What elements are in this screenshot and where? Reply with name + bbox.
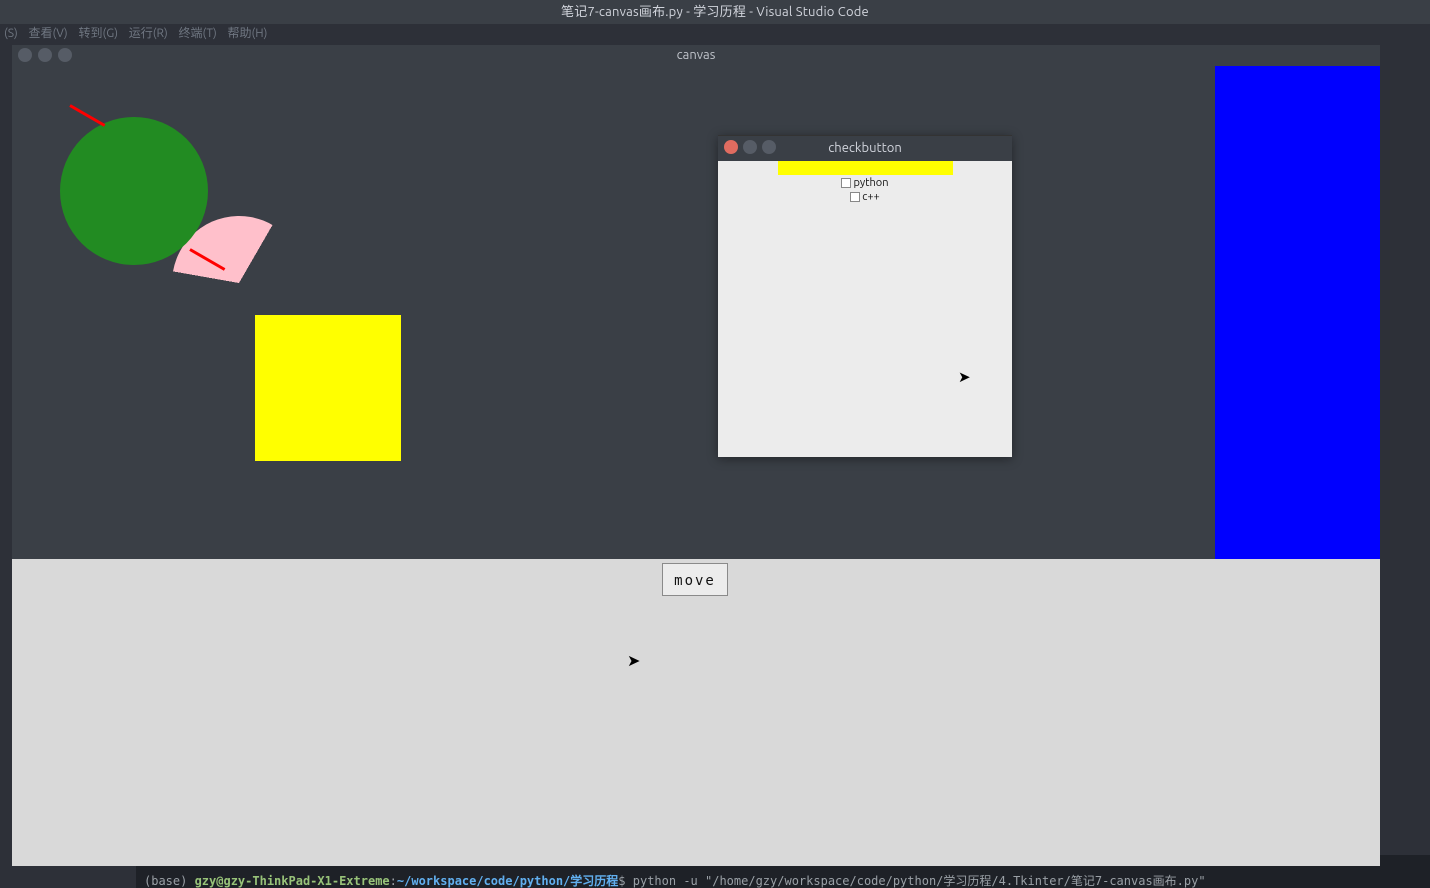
menu-item[interactable]: (S) xyxy=(4,27,18,40)
tk-canvas-title: canvas xyxy=(677,48,716,62)
window-maximize-icon[interactable] xyxy=(58,48,72,62)
tk-checkbutton-title: checkbutton xyxy=(828,141,902,155)
canvas-line-red xyxy=(69,104,105,127)
vscode-window-title: 笔记7-canvas画布.py - 学习历程 - Visual Studio C… xyxy=(0,0,1430,24)
mouse-cursor-icon: ➤ xyxy=(627,651,639,669)
checkbutton-row[interactable]: c++ xyxy=(718,191,1012,203)
vscode-menu-bar[interactable]: (S) 查看(V) 转到(G) 运行(R) 终端(T) 帮助(H) xyxy=(0,24,275,46)
window-maximize-icon[interactable] xyxy=(762,140,776,154)
checkbox-icon[interactable] xyxy=(850,192,860,202)
window-minimize-icon[interactable] xyxy=(743,140,757,154)
checkbutton-label: c++ xyxy=(862,191,880,203)
canvas-rectangle-blue xyxy=(1215,66,1380,559)
move-button[interactable]: move xyxy=(662,563,728,596)
window-close-icon[interactable] xyxy=(724,140,738,154)
tk-canvas-window[interactable]: canvas move ➤ xyxy=(12,45,1380,866)
menu-item[interactable]: 查看(V) xyxy=(29,27,68,40)
checkbutton-label: python xyxy=(853,177,888,189)
canvas-gray-area xyxy=(12,559,1380,866)
canvas-rectangle-yellow xyxy=(255,315,401,461)
checkbutton-row[interactable]: python xyxy=(718,177,1012,189)
canvas-oval-green xyxy=(60,117,208,265)
menu-item[interactable]: 终端(T) xyxy=(179,27,217,40)
tk-checkbutton-window[interactable]: checkbutton python c++ ➤ xyxy=(718,135,1012,457)
label-yellow xyxy=(778,161,953,175)
checkbox-icon[interactable] xyxy=(841,178,851,188)
tk-canvas-titlebar[interactable]: canvas xyxy=(12,45,1380,66)
menu-item[interactable]: 运行(R) xyxy=(129,27,168,40)
window-close-icon[interactable] xyxy=(18,48,32,62)
window-minimize-icon[interactable] xyxy=(38,48,52,62)
terminal-command: python -u "/home/gzy/workspace/code/pyth… xyxy=(633,874,1206,888)
menu-item[interactable]: 帮助(H) xyxy=(228,27,268,40)
mouse-cursor-icon: ➤ xyxy=(958,368,971,386)
tk-checkbutton-titlebar[interactable]: checkbutton xyxy=(718,136,1012,161)
tk-canvas-body[interactable]: move ➤ xyxy=(12,66,1380,866)
menu-item[interactable]: 转到(G) xyxy=(78,27,118,40)
